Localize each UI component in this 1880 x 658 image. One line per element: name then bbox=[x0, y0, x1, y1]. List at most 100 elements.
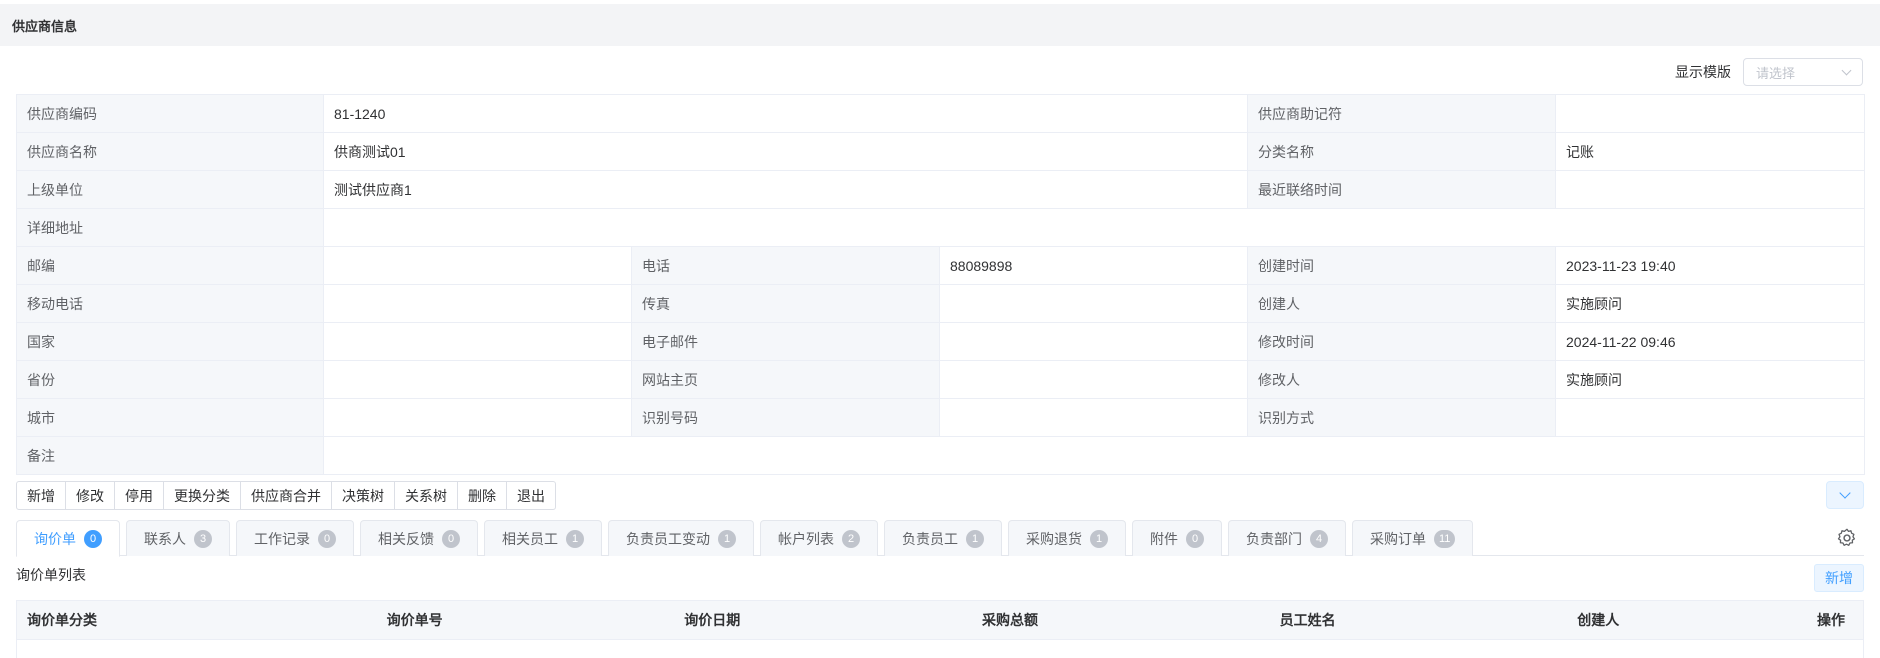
list-table-body bbox=[16, 639, 1864, 658]
country-value bbox=[323, 322, 632, 361]
postcode-value bbox=[323, 246, 632, 285]
info-row: 国家 电子邮件 修改时间 2024-11-22 09:46 bbox=[16, 322, 1866, 361]
tab-label: 采购订单 bbox=[1370, 530, 1426, 547]
province-value bbox=[323, 360, 632, 399]
supplier-name-label: 供应商名称 bbox=[16, 132, 324, 171]
tab-label: 负责员工变动 bbox=[626, 530, 710, 547]
info-row: 移动电话 传真 创建人 实施顾问 bbox=[16, 284, 1866, 323]
tab-label: 负责部门 bbox=[1246, 530, 1302, 547]
website-value bbox=[938, 360, 1249, 399]
change-category-button[interactable]: 更换分类 bbox=[164, 481, 241, 510]
mnemonic-label: 供应商助记符 bbox=[1247, 94, 1557, 133]
detail-tabs: 询价单 0 联系人 3 工作记录 0 相关反馈 0 相关员工 1 负责员工变动 1 帐户列表… bbox=[16, 520, 1864, 557]
delete-button[interactable]: 删除 bbox=[458, 481, 507, 510]
list-title: 询价单列表 bbox=[16, 567, 86, 583]
tab-departments[interactable]: 负责部门 4 bbox=[1228, 520, 1346, 556]
tab-label: 询价单 bbox=[34, 530, 76, 547]
supplier-code-value: 81-1240 bbox=[322, 94, 1249, 133]
category-value: 记账 bbox=[1555, 132, 1866, 171]
template-select[interactable]: 请选择 bbox=[1743, 58, 1863, 86]
relation-tree-button[interactable]: 关系树 bbox=[395, 481, 458, 510]
supplier-name-value: 供商测试01 bbox=[322, 132, 1249, 171]
add-button[interactable]: 新增 bbox=[16, 481, 66, 510]
tab-staff-changes[interactable]: 负责员工变动 1 bbox=[608, 520, 754, 556]
creator-label: 创建人 bbox=[1247, 284, 1557, 323]
column-header[interactable]: 采购总额 bbox=[972, 610, 1270, 630]
creator-value: 实施顾问 bbox=[1555, 284, 1866, 323]
edit-button[interactable]: 修改 bbox=[66, 481, 115, 510]
tab-label: 采购退货 bbox=[1026, 530, 1082, 547]
add-inquiry-button[interactable]: 新增 bbox=[1814, 564, 1864, 592]
collapse-toggle-button[interactable] bbox=[1826, 481, 1864, 509]
template-select-placeholder: 请选择 bbox=[1756, 65, 1796, 81]
merge-supplier-button[interactable]: 供应商合并 bbox=[241, 481, 332, 510]
tab-purchase-orders[interactable]: 采购订单 11 bbox=[1352, 520, 1474, 556]
supplier-code-label: 供应商编码 bbox=[16, 94, 324, 133]
tab-work-records[interactable]: 工作记录 0 bbox=[236, 520, 354, 556]
tab-label: 帐户列表 bbox=[778, 530, 834, 547]
tab-count-badge: 3 bbox=[194, 529, 212, 548]
column-header[interactable]: 询价单分类 bbox=[17, 610, 377, 630]
province-label: 省份 bbox=[16, 360, 324, 399]
column-header[interactable]: 询价日期 bbox=[674, 610, 972, 630]
tab-count-badge: 1 bbox=[718, 529, 736, 548]
parent-value: 测试供应商1 bbox=[322, 170, 1249, 209]
list-table-header: 询价单分类 询价单号 询价日期 采购总额 员工姓名 创建人 操作 bbox=[16, 600, 1864, 640]
tab-count-badge: 1 bbox=[1090, 529, 1108, 548]
last-contact-label: 最近联络时间 bbox=[1247, 170, 1557, 209]
info-row: 详细地址 bbox=[16, 208, 1866, 247]
disable-button[interactable]: 停用 bbox=[115, 481, 164, 510]
email-label: 电子邮件 bbox=[631, 322, 940, 361]
address-label: 详细地址 bbox=[16, 208, 324, 247]
id-code-label: 识别号码 bbox=[631, 398, 940, 437]
modifier-value: 实施顾问 bbox=[1555, 360, 1866, 399]
tab-attachments[interactable]: 附件 0 bbox=[1132, 520, 1222, 556]
phone-label: 电话 bbox=[631, 246, 940, 285]
tab-purchase-returns[interactable]: 采购退货 1 bbox=[1008, 520, 1126, 556]
info-row: 邮编 电话 88089898 创建时间 2023-11-23 19:40 bbox=[16, 246, 1866, 285]
exit-button[interactable]: 退出 bbox=[507, 481, 556, 510]
modifier-label: 修改人 bbox=[1247, 360, 1557, 399]
remark-value bbox=[322, 436, 1866, 475]
chevron-down-icon bbox=[1841, 65, 1852, 75]
tab-related-staff[interactable]: 相关员工 1 bbox=[484, 520, 602, 556]
id-code-value bbox=[938, 398, 1249, 437]
tab-count-badge: 0 bbox=[442, 529, 460, 548]
website-label: 网站主页 bbox=[631, 360, 940, 399]
info-row: 供应商编码 81-1240 供应商助记符 bbox=[16, 94, 1866, 133]
chevron-down-icon bbox=[1839, 487, 1851, 499]
column-header[interactable]: 员工姓名 bbox=[1270, 610, 1568, 630]
decision-tree-button[interactable]: 决策树 bbox=[332, 481, 395, 510]
action-button-group: 新增 修改 停用 更换分类 供应商合并 决策树 关系树 删除 退出 bbox=[16, 481, 556, 510]
column-header[interactable]: 创建人 bbox=[1567, 610, 1807, 630]
modified-time-label: 修改时间 bbox=[1247, 322, 1557, 361]
remark-label: 备注 bbox=[16, 436, 324, 475]
tab-label: 负责员工 bbox=[902, 530, 958, 547]
tab-count-badge: 0 bbox=[318, 529, 336, 548]
column-header: 操作 bbox=[1817, 612, 1846, 628]
tab-responsible-staff[interactable]: 负责员工 1 bbox=[884, 520, 1002, 556]
tab-accounts[interactable]: 帐户列表 2 bbox=[760, 520, 878, 556]
tab-label: 工作记录 bbox=[254, 530, 310, 547]
info-row: 城市 识别号码 识别方式 bbox=[16, 398, 1866, 437]
info-row: 备注 bbox=[16, 436, 1866, 475]
mobile-label: 移动电话 bbox=[16, 284, 324, 323]
mobile-value bbox=[323, 284, 632, 323]
tab-count-badge: 1 bbox=[966, 529, 984, 548]
column-header[interactable]: 询价单号 bbox=[377, 610, 675, 630]
created-time-label: 创建时间 bbox=[1247, 246, 1557, 285]
tab-label: 附件 bbox=[1150, 530, 1178, 547]
page-header: 供应商信息 bbox=[0, 4, 1880, 46]
modified-time-value: 2024-11-22 09:46 bbox=[1555, 322, 1866, 361]
fax-label: 传真 bbox=[631, 284, 940, 323]
tab-inquiry[interactable]: 询价单 0 bbox=[16, 520, 120, 557]
country-label: 国家 bbox=[16, 322, 324, 361]
city-label: 城市 bbox=[16, 398, 324, 437]
address-value bbox=[322, 208, 1866, 247]
info-row: 供应商名称 供商测试01 分类名称 记账 bbox=[16, 132, 1866, 171]
gear-icon[interactable] bbox=[1836, 527, 1858, 549]
parent-label: 上级单位 bbox=[16, 170, 324, 209]
tab-contacts[interactable]: 联系人 3 bbox=[126, 520, 230, 556]
tab-feedback[interactable]: 相关反馈 0 bbox=[360, 520, 478, 556]
category-label: 分类名称 bbox=[1247, 132, 1557, 171]
